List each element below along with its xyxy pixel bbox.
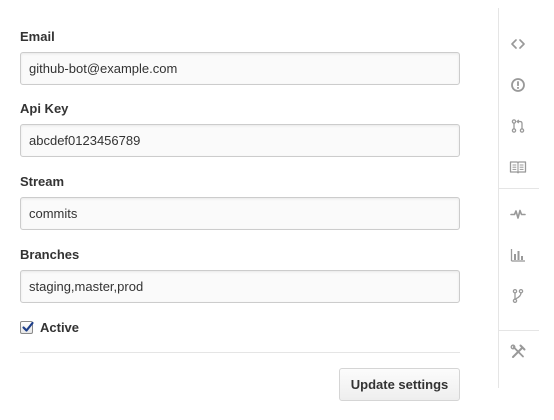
form-divider <box>20 352 460 353</box>
repo-nav-sidebar <box>498 8 539 388</box>
service-settings-page: Email Api Key Stream Branches Active Upd… <box>0 0 554 420</box>
email-label: Email <box>20 29 55 44</box>
wiki-icon[interactable] <box>508 157 528 177</box>
stream-field[interactable] <box>20 197 460 230</box>
active-label: Active <box>40 319 80 335</box>
pull-request-icon[interactable] <box>508 116 528 136</box>
sidebar-separator <box>499 330 539 331</box>
sidebar-separator <box>499 188 539 189</box>
pulse-icon[interactable] <box>508 204 528 224</box>
api-key-field[interactable] <box>20 124 460 157</box>
issue-icon[interactable] <box>508 75 528 95</box>
active-option[interactable]: Active <box>20 319 79 335</box>
checkmark-icon <box>22 321 34 332</box>
branches-label: Branches <box>20 247 80 262</box>
branches-field[interactable] <box>20 270 460 303</box>
active-checkbox[interactable] <box>20 320 34 334</box>
code-icon[interactable] <box>508 34 528 54</box>
email-field[interactable] <box>20 52 460 85</box>
settings-tools-icon[interactable] <box>508 342 528 362</box>
update-settings-button[interactable]: Update settings <box>339 368 460 401</box>
graphs-icon[interactable] <box>508 245 528 265</box>
stream-label: Stream <box>20 174 65 189</box>
api-key-label: Api Key <box>20 101 69 116</box>
network-icon[interactable] <box>508 286 528 306</box>
